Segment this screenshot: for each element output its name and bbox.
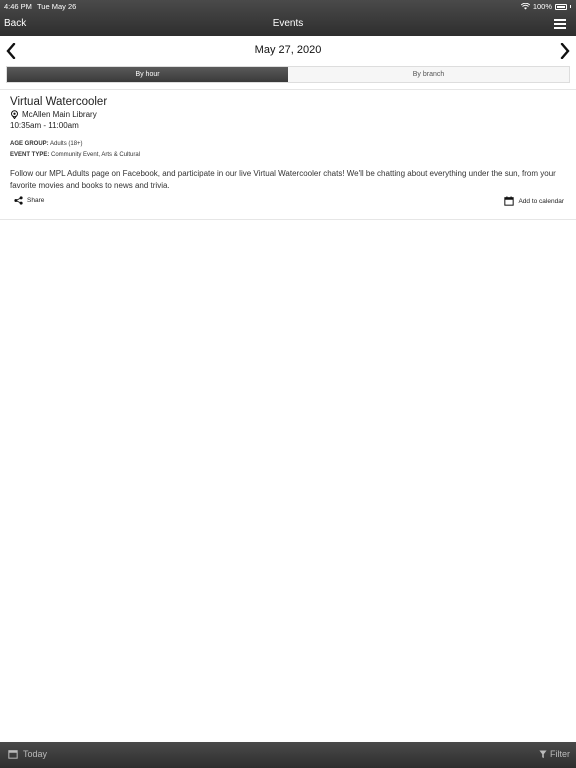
filter-icon — [539, 750, 547, 758]
event-card[interactable]: Virtual Watercooler McAllen Main Library… — [10, 96, 566, 191]
calendar-icon — [504, 196, 515, 206]
divider — [0, 89, 576, 90]
status-right: 100% — [520, 2, 571, 11]
share-icon — [14, 196, 23, 205]
age-group-label: AGE GROUP: — [10, 141, 49, 147]
today-button[interactable]: Today — [8, 749, 47, 759]
filter-button[interactable]: Filter — [539, 749, 570, 759]
wifi-icon — [520, 3, 530, 10]
page-title: Events — [272, 18, 304, 29]
add-to-calendar-label: Add to calendar — [518, 197, 564, 205]
age-group-value: Adults (18+) — [50, 141, 83, 147]
next-day-icon[interactable] — [560, 43, 570, 59]
bottom-toolbar: Today Filter — [0, 742, 576, 768]
age-group-row: AGE GROUP: Adults (18+) — [10, 141, 566, 147]
battery-tip — [570, 5, 571, 8]
event-type-label: EVENT TYPE: — [10, 152, 50, 158]
event-actions: Share Add to calendar — [14, 196, 564, 208]
add-to-calendar-button[interactable]: Add to calendar — [504, 196, 564, 206]
event-location-row: McAllen Main Library — [10, 110, 566, 119]
status-date: Tue May 26 — [37, 2, 77, 11]
battery-icon — [555, 3, 567, 10]
filter-label: Filter — [550, 749, 570, 759]
event-type-value: Community Event, Arts & Cultural — [51, 152, 141, 158]
status-time: 4:46 PM — [4, 2, 32, 11]
event-title: Virtual Watercooler — [10, 96, 108, 108]
battery-percent: 100% — [532, 2, 552, 11]
today-label: Today — [23, 749, 48, 759]
date-navigation: May 27, 2020 — [0, 38, 576, 62]
location-pin-icon — [11, 110, 18, 119]
navigation-bar: Back Events — [0, 12, 576, 36]
event-location: McAllen Main Library — [22, 110, 97, 119]
segment-by-branch[interactable]: By branch — [288, 67, 569, 82]
hamburger-menu-icon[interactable] — [554, 19, 566, 29]
event-time: 10:35am - 11:00am — [10, 121, 79, 130]
divider — [0, 219, 576, 220]
event-type-row: EVENT TYPE: Community Event, Arts & Cult… — [10, 152, 566, 158]
calendar-icon — [8, 750, 18, 759]
share-label: Share — [27, 197, 45, 204]
event-description: Follow our MPL Adults page on Facebook, … — [10, 169, 556, 190]
top-bar: 4:46 PM Tue May 26 100% Back Events — [0, 0, 576, 36]
current-date: May 27, 2020 — [254, 44, 322, 56]
share-button[interactable]: Share — [14, 196, 44, 205]
status-bar: 4:46 PM Tue May 26 100% — [0, 0, 576, 12]
segment-by-hour[interactable]: By hour — [7, 67, 288, 82]
view-mode-segmented-control: By hour By branch — [6, 66, 570, 83]
